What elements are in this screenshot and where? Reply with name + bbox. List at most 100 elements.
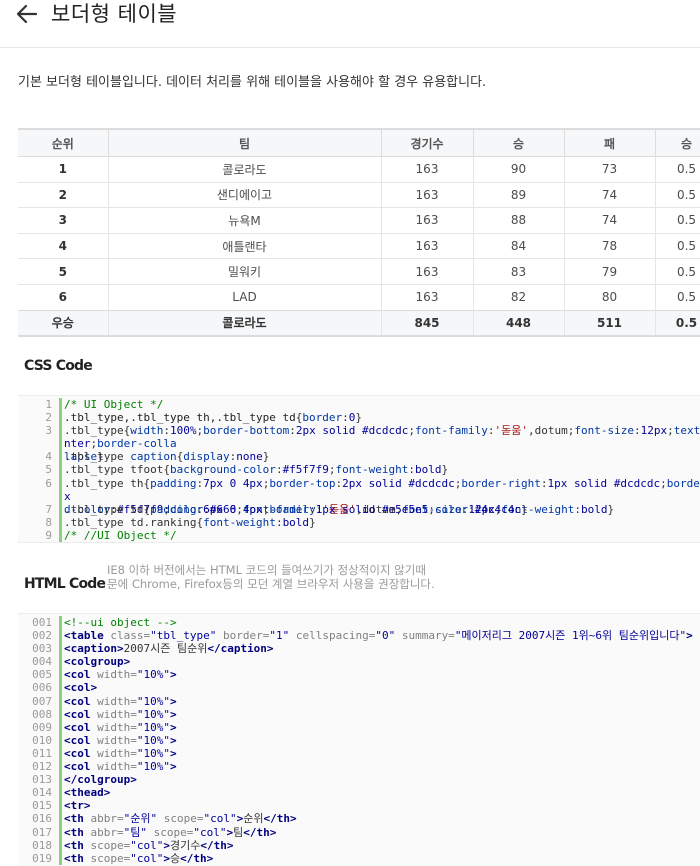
table-cell: 163 bbox=[381, 181, 474, 208]
table-cell: 74 bbox=[564, 207, 656, 234]
html-code-line: 018 <th scope="col">경기수</th> bbox=[18, 838, 700, 852]
table-footer-cell: 0.5 bbox=[655, 309, 700, 338]
line-number: 013 bbox=[32, 773, 52, 787]
html-note-line-1: IE8 이하 버전에서는 HTML 코드의 들여쓰기가 정상적이지 않기때 bbox=[107, 563, 426, 577]
table-cell: 뉴욕M bbox=[108, 207, 382, 234]
table-cell: 0.5 bbox=[655, 156, 700, 183]
css-code-line: 4 .tbl_type caption{display:none} bbox=[18, 450, 700, 464]
code-text: .tbl_type tfoot{background-color:#f5f7f9… bbox=[64, 463, 449, 477]
code-text: <col width="10%"> bbox=[64, 760, 177, 774]
code-gutter-bar bbox=[59, 720, 62, 734]
code-gutter-bar bbox=[59, 733, 62, 747]
table-cell: LAD bbox=[108, 283, 382, 311]
table-foot: 우승 콜로라도 845 448 511 0.5 bbox=[18, 309, 700, 338]
line-number: 007 bbox=[32, 694, 52, 708]
code-gutter-bar bbox=[59, 838, 62, 852]
table-header-row: 순위 팀 경기수 승 패 승 bbox=[18, 128, 700, 157]
html-code-note: IE8 이하 버전에서는 HTML 코드의 들여쓰기가 정상적이지 않기때 문에… bbox=[107, 563, 467, 591]
line-number: 3 bbox=[45, 424, 52, 438]
table-header-cell: 패 bbox=[564, 128, 656, 157]
table-cell: 82 bbox=[473, 283, 565, 311]
css-code-line: 1 /* UI Object */ bbox=[18, 398, 700, 412]
css-code-line: 9 /* //UI Object */ bbox=[18, 528, 700, 542]
table-header-cell: 경기수 bbox=[381, 128, 474, 157]
html-code-line: 006 <col> bbox=[18, 681, 700, 695]
code-text: <col width="10%"> bbox=[64, 668, 177, 682]
table-cell: 163 bbox=[381, 232, 474, 259]
table-cell: 0.5 bbox=[655, 258, 700, 285]
code-gutter-bar bbox=[59, 851, 62, 865]
code-gutter-bar bbox=[59, 773, 62, 787]
table-cell: 84 bbox=[473, 232, 565, 259]
line-number: 019 bbox=[32, 851, 52, 865]
page: 보더형 테이블 기본 보더형 테이블입니다. 데이터 처리를 위해 테이블을 사… bbox=[0, 0, 700, 866]
code-gutter-bar bbox=[59, 528, 62, 542]
line-number: 1 bbox=[45, 398, 52, 411]
code-text: <th abbr="팀" scope="col">팀</th> bbox=[64, 825, 277, 839]
code-gutter-bar bbox=[59, 424, 62, 451]
line-number: 018 bbox=[32, 838, 52, 852]
rank-cell: 1 bbox=[18, 156, 109, 183]
code-gutter-bar bbox=[59, 655, 62, 669]
code-text: <th scope="col">승</th> bbox=[64, 851, 214, 865]
code-text: <col width="10%"> bbox=[64, 720, 177, 734]
table-row: 2 샌디에이고 163 89 74 0.5 bbox=[18, 181, 700, 208]
css-code-line: 2 .tbl_type,.tbl_type th,.tbl_type td{bor… bbox=[18, 411, 700, 425]
table-cell: 콜로라도 bbox=[108, 156, 382, 183]
html-code-line: 005 <col width="10%"> bbox=[18, 668, 700, 682]
rank-cell: 2 bbox=[18, 181, 109, 208]
html-code-line: 015 <tr> bbox=[18, 799, 700, 813]
code-gutter-bar bbox=[59, 476, 62, 503]
table-cell: 88 bbox=[473, 207, 565, 234]
html-code-line: 017 <th abbr="팀" scope="col">팀</th> bbox=[18, 825, 700, 839]
code-gutter-bar bbox=[59, 398, 62, 412]
table-cell: 78 bbox=[564, 232, 656, 259]
code-text: <thead> bbox=[64, 786, 111, 800]
line-number: 016 bbox=[32, 812, 52, 826]
line-number: 011 bbox=[32, 746, 52, 760]
css-code-line: 7 .tbl_type td{padding:6px 0 4px;border:1… bbox=[18, 502, 700, 516]
code-text: .tbl_type caption{display:none} bbox=[64, 450, 270, 464]
table-row: 5 밀워키 163 83 79 0.5 bbox=[18, 258, 700, 285]
code-gutter-bar bbox=[59, 681, 62, 695]
html-code-line: 007 <col width="10%"> bbox=[18, 694, 700, 708]
code-gutter-bar bbox=[59, 411, 62, 425]
table-cell: 밀워키 bbox=[108, 258, 382, 285]
table-cell: 83 bbox=[473, 258, 565, 285]
code-gutter-bar bbox=[59, 825, 62, 839]
table-body: 1 콜로라도 163 90 73 0.5 2 샌디에이고 163 89 74 0.5 3 뉴욕M 163 88… bbox=[18, 156, 700, 311]
code-text: <colgroup> bbox=[64, 655, 131, 669]
back-arrow-icon[interactable] bbox=[14, 1, 40, 27]
table-footer-cell: 845 bbox=[381, 309, 474, 338]
code-gutter-bar bbox=[59, 463, 62, 477]
rank-cell: 3 bbox=[18, 207, 109, 234]
css-code-line: 5 .tbl_type tfoot{background-color:#f5f7f… bbox=[18, 463, 700, 477]
css-code-line: 6 .tbl_type th{padding:7px 0 4px;border-t… bbox=[18, 476, 700, 516]
table-cell: 79 bbox=[564, 258, 656, 285]
code-gutter-bar bbox=[59, 502, 62, 516]
code-gutter-bar bbox=[59, 707, 62, 721]
html-code-line: 016 <th abbr="순위" scope="col">순위</th> bbox=[18, 812, 700, 826]
code-gutter-bar bbox=[59, 450, 62, 464]
css-code-line: 8 .tbl_type td.ranking{font-weight:bold} bbox=[18, 515, 700, 529]
html-code-line: 013 </colgroup> bbox=[18, 773, 700, 787]
html-code-line: 003 <caption>2007시즌 팀순위</caption> bbox=[18, 642, 700, 656]
code-gutter-bar bbox=[59, 642, 62, 656]
table-head: 순위 팀 경기수 승 패 승 bbox=[18, 128, 700, 157]
code-gutter-bar bbox=[59, 616, 62, 630]
line-number: 017 bbox=[32, 825, 52, 839]
code-text: <th abbr="순위" scope="col">순위</th> bbox=[64, 812, 297, 826]
table-cell: 0.5 bbox=[655, 283, 700, 311]
code-text: <col width="10%"> bbox=[64, 746, 177, 760]
css-code-title: CSS Code bbox=[24, 358, 93, 374]
table-cell: 73 bbox=[564, 156, 656, 183]
code-text: <!--ui object --> bbox=[64, 616, 177, 629]
table-footer-cell: 511 bbox=[564, 309, 656, 338]
code-text: /* UI Object */ bbox=[64, 398, 164, 411]
line-number: 005 bbox=[32, 668, 52, 682]
code-text: .tbl_type,.tbl_type th,.tbl_type td{bord… bbox=[64, 411, 363, 425]
table-cell: 163 bbox=[381, 156, 474, 183]
line-number: 010 bbox=[32, 733, 52, 747]
page-description: 기본 보더형 테이블입니다. 데이터 처리를 위해 테이블을 사용해야 할 경우… bbox=[18, 75, 487, 90]
css-code-line: 3 .tbl_type{width:100%;border-bottom:2px … bbox=[18, 424, 700, 463]
